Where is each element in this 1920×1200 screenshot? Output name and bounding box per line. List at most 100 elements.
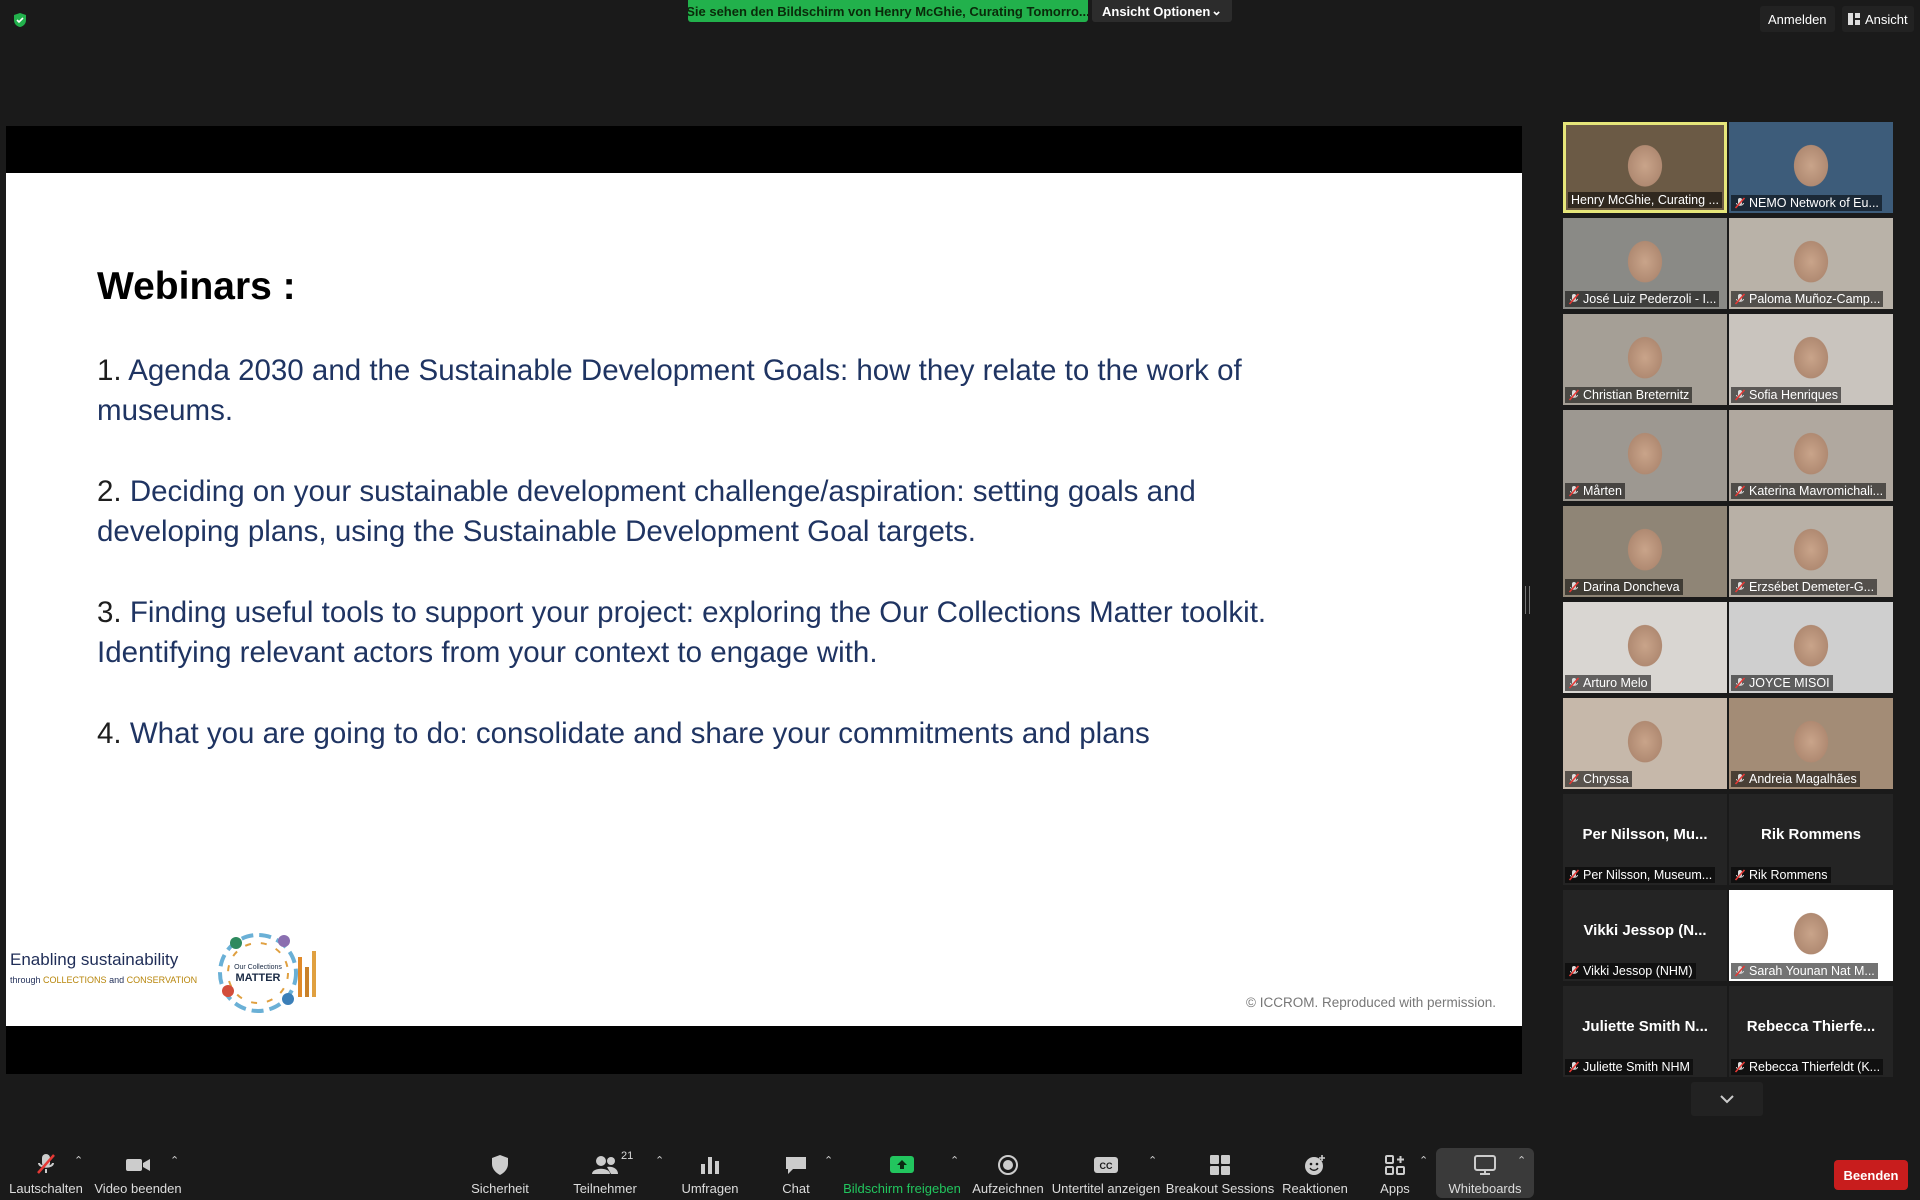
agenda-number: 4. xyxy=(97,717,122,750)
chat-button[interactable]: Chat xyxy=(776,1148,816,1196)
participant-tile[interactable]: JOYCE MISOI xyxy=(1729,602,1893,693)
participant-tile[interactable]: Juliette Smith N... Juliette Smith NHM xyxy=(1563,986,1727,1077)
show-captions-button[interactable]: CC Untertitel anzeigen xyxy=(1052,1148,1160,1196)
participant-name-label: Rebecca Thierfeldt (K... xyxy=(1731,1059,1884,1075)
share-screen-button[interactable]: Bildschirm freigeben xyxy=(843,1148,961,1196)
gallery-resize-handle[interactable] xyxy=(1525,586,1530,614)
view-label: Ansicht xyxy=(1865,11,1908,27)
microphone-muted-icon xyxy=(1734,389,1746,401)
participant-tile[interactable]: Rik Rommens Rik Rommens xyxy=(1729,794,1893,885)
participant-name: NEMO Network of Eu... xyxy=(1749,196,1879,210)
chat-bubble-icon xyxy=(786,1157,806,1174)
participant-name-label: José Luiz Pederzoli - I... xyxy=(1565,291,1720,307)
participant-name-label: Darina Doncheva xyxy=(1565,579,1683,595)
gallery-scroll-down-button[interactable] xyxy=(1691,1082,1763,1116)
whiteboards-button[interactable]: Whiteboards xyxy=(1446,1148,1524,1196)
participant-tile[interactable]: Erzsébet Demeter-G... xyxy=(1729,506,1893,597)
apps-options-caret[interactable]: ⌃ xyxy=(1419,1154,1428,1167)
brand-subtitle: through COLLECTIONS and CONSERVATION xyxy=(10,975,198,985)
share-options-caret[interactable]: ⌃ xyxy=(950,1154,959,1167)
participant-tile[interactable]: Henry McGhie, Curating ... xyxy=(1563,122,1727,213)
copyright-notice: © ICCROM. Reproduced with permission. xyxy=(1246,995,1497,1010)
microphone-muted-icon xyxy=(1734,293,1746,305)
participant-tile[interactable]: Per Nilsson, Mu... Per Nilsson, Museum... xyxy=(1563,794,1727,885)
participant-display-name: Rik Rommens xyxy=(1760,826,1862,843)
participant-tile[interactable]: Mårten xyxy=(1563,410,1727,501)
participant-name-label: Per Nilsson, Museum... xyxy=(1565,867,1716,883)
participant-name-label: JOYCE MISOI xyxy=(1731,675,1833,691)
participant-tile[interactable]: Paloma Muñoz-Camp... xyxy=(1729,218,1893,309)
participant-name: Katerina Mavromichali... xyxy=(1749,484,1884,498)
record-button[interactable]: Aufzeichnen xyxy=(972,1148,1044,1196)
end-meeting-button[interactable]: Beenden xyxy=(1834,1160,1908,1190)
participant-tile[interactable]: Chryssa xyxy=(1563,698,1727,789)
participant-name: JOYCE MISOI xyxy=(1749,676,1830,690)
participants-options-caret[interactable]: ⌃ xyxy=(655,1154,664,1167)
participant-tile[interactable]: Sofia Henriques xyxy=(1729,314,1893,405)
agenda-item: 3. Finding useful tools to support your … xyxy=(97,593,1397,673)
presentation-slide: Webinars : 1. Agenda 2030 and the Sustai… xyxy=(6,173,1522,1026)
sign-in-button[interactable]: Anmelden xyxy=(1760,6,1835,32)
chat-options-caret[interactable]: ⌃ xyxy=(824,1154,833,1167)
participant-tile[interactable]: Darina Doncheva xyxy=(1563,506,1727,597)
agenda-text: Finding useful tools to support your pro… xyxy=(129,596,1267,629)
breakout-sessions-button[interactable]: Breakout Sessions xyxy=(1166,1148,1274,1196)
brand-title: Enabling sustainability xyxy=(10,950,179,969)
reactions-button[interactable]: Reaktionen xyxy=(1282,1148,1348,1196)
slide-heading: Webinars : xyxy=(97,265,296,308)
microphone-muted-icon xyxy=(1734,197,1746,209)
apps-button[interactable]: Apps xyxy=(1378,1148,1412,1196)
audio-options-caret[interactable]: ⌃ xyxy=(74,1154,83,1167)
participant-tile[interactable]: Christian Breternitz xyxy=(1563,314,1727,405)
participant-name-label: Katerina Mavromichali... xyxy=(1731,483,1887,499)
view-options-button[interactable]: Ansicht Optionen ⌄ xyxy=(1092,0,1232,22)
microphone-muted-icon xyxy=(1568,389,1580,401)
agenda-text-cont: museums. xyxy=(97,394,234,427)
microphone-muted-icon xyxy=(1568,1061,1580,1073)
participant-tile[interactable]: Katerina Mavromichali... xyxy=(1729,410,1893,501)
captions-options-caret[interactable]: ⌃ xyxy=(1148,1154,1157,1167)
smiley-plus-icon xyxy=(1305,1155,1325,1175)
closed-captions-icon: CC xyxy=(1094,1157,1118,1173)
participant-name: Per Nilsson, Museum... xyxy=(1583,868,1713,882)
microphone-muted-icon xyxy=(1734,773,1746,785)
participant-tile[interactable]: Rebecca Thierfe... Rebecca Thierfeldt (K.… xyxy=(1729,986,1893,1077)
participant-name-label: Erzsébet Demeter-G... xyxy=(1731,579,1878,595)
participant-name-label: Christian Breternitz xyxy=(1565,387,1693,403)
stop-video-button[interactable]: Video beenden xyxy=(94,1148,182,1196)
participant-tile[interactable]: Sarah Younan Nat M... xyxy=(1729,890,1893,981)
agenda-text: Deciding on your sustainable development… xyxy=(129,475,1196,508)
agenda-text-cont: Identifying relevant actors from your co… xyxy=(97,636,878,669)
participant-tile[interactable]: NEMO Network of Eu... xyxy=(1729,122,1893,213)
microphone-muted-icon xyxy=(1568,869,1580,881)
participant-name: Vikki Jessop (NHM) xyxy=(1583,964,1693,978)
our-collections-matter-logo: Our Collections MATTER xyxy=(218,933,316,1013)
microphone-muted-icon xyxy=(37,1154,55,1174)
participant-name-label: Rik Rommens xyxy=(1731,867,1831,883)
chevron-down-icon: ⌄ xyxy=(1211,3,1222,18)
participant-name-label: Paloma Muñoz-Camp... xyxy=(1731,291,1884,307)
polls-button[interactable]: Umfragen xyxy=(680,1148,740,1196)
participant-tile[interactable]: Arturo Melo xyxy=(1563,602,1727,693)
unmute-button[interactable]: Lautschalten xyxy=(8,1148,84,1196)
security-button[interactable]: Sicherheit xyxy=(470,1148,530,1196)
participant-tile[interactable]: Andreia Magalhães xyxy=(1729,698,1893,789)
microphone-muted-icon xyxy=(1734,677,1746,689)
microphone-muted-icon xyxy=(1734,1061,1746,1073)
participant-name-label: Chryssa xyxy=(1565,771,1632,787)
participant-count-badge: 21 xyxy=(621,1150,634,1162)
participant-tile[interactable]: José Luiz Pederzoli - I... xyxy=(1563,218,1727,309)
participant-name-label: Arturo Melo xyxy=(1565,675,1651,691)
participant-name: Sarah Younan Nat M... xyxy=(1749,964,1875,978)
view-button[interactable]: Ansicht xyxy=(1842,6,1914,32)
participant-tile[interactable]: Vikki Jessop (N... Vikki Jessop (NHM) xyxy=(1563,890,1727,981)
encryption-shield-icon[interactable] xyxy=(12,12,28,28)
video-options-caret[interactable]: ⌃ xyxy=(170,1154,179,1167)
agenda-item: 2. Deciding on your sustainable developm… xyxy=(97,472,1397,552)
participant-name-label: Henry McGhie, Curating ... xyxy=(1568,192,1722,208)
participant-name: Erzsébet Demeter-G... xyxy=(1749,580,1875,594)
agenda-text-cont: developing plans, using the Sustainable … xyxy=(97,515,977,548)
participant-name-label: Vikki Jessop (NHM) xyxy=(1565,963,1696,979)
whiteboards-options-caret[interactable]: ⌃ xyxy=(1517,1154,1526,1167)
microphone-muted-icon xyxy=(1568,581,1580,593)
